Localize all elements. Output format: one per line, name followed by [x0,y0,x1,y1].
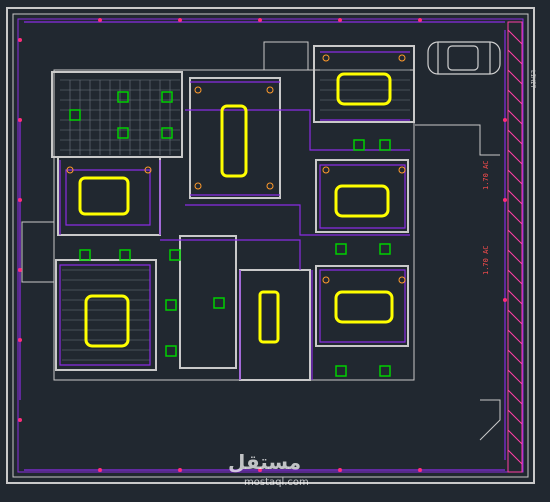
bed-2 [334,184,390,218]
side-label: LIMIT [529,70,536,88]
bed-3 [334,290,394,324]
sofa [84,294,130,348]
watermark-logo: مستقل [228,450,302,474]
bed-1 [336,72,392,106]
socket-markers [18,18,507,472]
bed-4 [220,104,248,178]
dimension-label-1: 1.70 AC [482,160,490,190]
dimension-label-2: 1.70 AC [482,245,490,275]
bathtub [258,290,280,344]
boundary-wall [6,7,535,484]
watermark-url: mostaql.com [244,477,309,488]
electrical-circuits [19,21,506,471]
floor-plan-canvas: 1.70 AC 1.70 AC LIMIT [6,7,536,484]
car-icon [427,41,501,75]
dining-table [78,176,130,216]
right-hatch-strip [507,21,523,473]
